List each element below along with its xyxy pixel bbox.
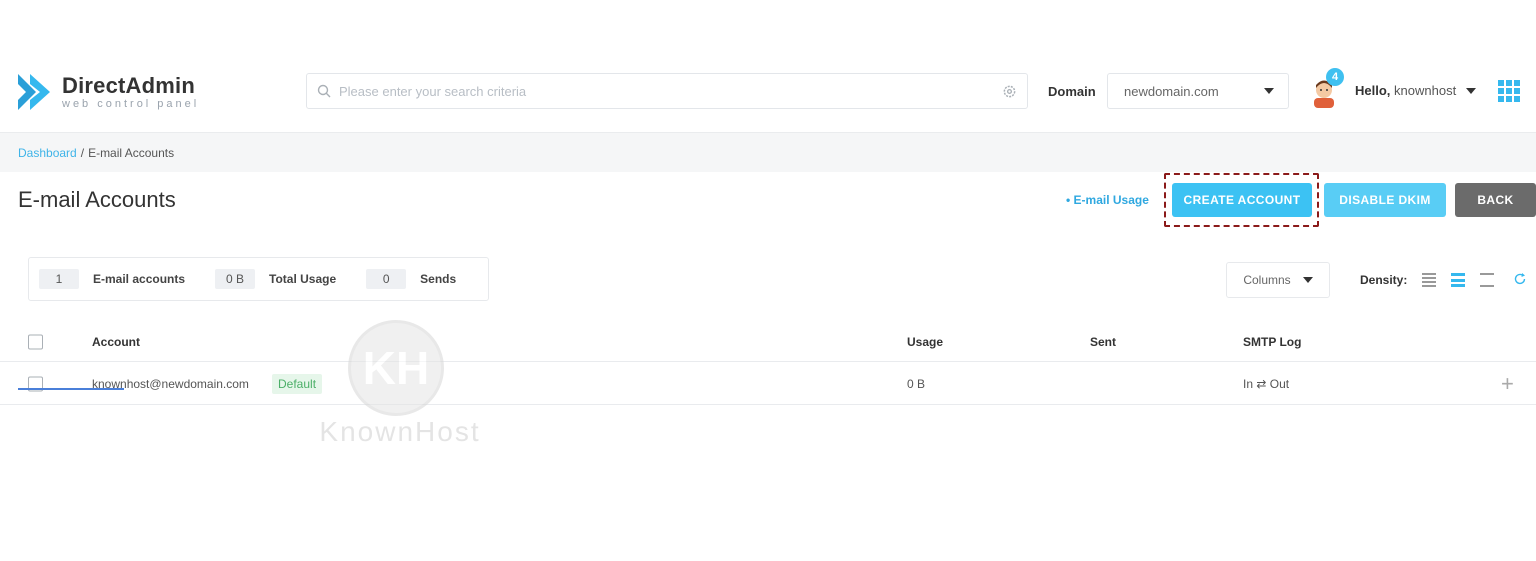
- hello-prefix: Hello,: [1355, 83, 1391, 98]
- brand-subtitle: web control panel: [62, 97, 200, 110]
- create-account-button[interactable]: CREATE ACCOUNT: [1172, 183, 1312, 217]
- search-icon: [317, 84, 331, 98]
- stats-summary: 1 E-mail accounts 0 B Total Usage 0 Send…: [28, 257, 489, 301]
- top-header: DirectAdmin web control panel Domain new…: [0, 58, 1536, 130]
- column-header-account[interactable]: Account: [92, 335, 140, 349]
- knownhost-watermark: KH KnownHost: [290, 318, 510, 458]
- username: knownhost: [1394, 83, 1457, 98]
- watermark-letters: KH: [362, 342, 430, 394]
- brand-title: DirectAdmin: [62, 72, 195, 98]
- stat-usage-label: Total Usage: [269, 272, 337, 286]
- user-avatar[interactable]: 4: [1310, 68, 1344, 108]
- domain-value: newdomain.com: [1124, 83, 1219, 99]
- column-header-usage[interactable]: Usage: [907, 335, 943, 349]
- density-label: Density:: [1360, 273, 1408, 287]
- columns-label: Columns: [1243, 273, 1291, 287]
- row-usage: 0 B: [907, 376, 926, 391]
- density-normal-icon[interactable]: [1451, 273, 1465, 287]
- gear-icon[interactable]: [1002, 84, 1017, 99]
- page-title: E-mail Accounts: [18, 187, 176, 212]
- domain-select[interactable]: newdomain.com: [1107, 73, 1289, 109]
- select-all-checkbox[interactable]: [28, 334, 43, 349]
- notification-badge[interactable]: 4: [1326, 68, 1344, 86]
- search-box[interactable]: [306, 73, 1028, 109]
- stat-usage-value: 0 B: [215, 269, 256, 289]
- user-menu[interactable]: Hello, knownhost: [1355, 83, 1477, 98]
- domain-label: Domain: [1048, 84, 1096, 99]
- stat-sends-label: Sends: [420, 272, 457, 286]
- brand-logo[interactable]: DirectAdmin web control panel: [16, 70, 199, 114]
- density-comfortable-icon[interactable]: [1480, 273, 1494, 287]
- breadcrumb-dashboard-link[interactable]: Dashboard: [18, 146, 77, 160]
- stat-accounts-label: E-mail accounts: [93, 272, 186, 286]
- chevron-down-icon: [1302, 277, 1313, 283]
- table-header: Account Usage Sent SMTP Log: [0, 322, 1536, 362]
- density-compact-icon[interactable]: [1422, 273, 1436, 287]
- breadcrumb-current: E-mail Accounts: [88, 145, 175, 160]
- back-button[interactable]: BACK: [1455, 183, 1536, 217]
- watermark-logo-icon: KH: [348, 320, 444, 416]
- column-header-sent[interactable]: Sent: [1090, 335, 1116, 349]
- breadcrumb: Dashboard / E-mail Accounts: [0, 132, 1536, 172]
- refresh-icon[interactable]: [1513, 272, 1527, 286]
- watermark-text: KnownHost: [319, 416, 481, 447]
- breadcrumb-separator: /: [80, 145, 85, 160]
- columns-dropdown[interactable]: Columns: [1226, 262, 1330, 298]
- stat-sends-value: 0: [366, 269, 407, 289]
- column-header-smtp-log[interactable]: SMTP Log: [1243, 335, 1301, 349]
- email-usage-link[interactable]: • E-mail Usage: [1066, 193, 1149, 207]
- disable-dkim-button[interactable]: DISABLE DKIM: [1324, 183, 1446, 217]
- search-input[interactable]: [339, 83, 1002, 99]
- chevron-down-icon: [1264, 88, 1274, 94]
- account-email-link[interactable]: knownhost@newdomain.com: [92, 377, 249, 391]
- directadmin-logo-icon: [18, 74, 50, 110]
- smtp-log-link[interactable]: In ⇄ Out: [1243, 377, 1289, 391]
- stat-accounts-value: 1: [39, 269, 79, 289]
- chevron-down-icon: [1466, 87, 1477, 94]
- apps-grid-icon[interactable]: [1498, 80, 1520, 102]
- expand-plus-icon[interactable]: +: [1501, 373, 1514, 395]
- table-row: knownhost@newdomain.com Default 0 B In ⇄…: [0, 363, 1536, 405]
